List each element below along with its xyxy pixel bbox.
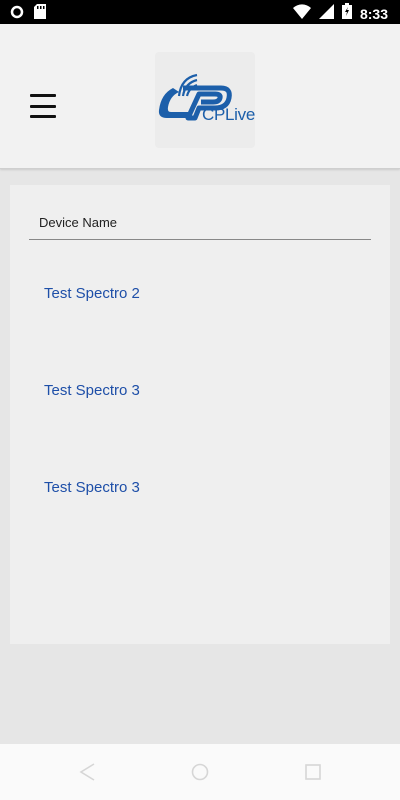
status-time: 8:33: [359, 5, 388, 22]
logo-text: CPLive: [202, 105, 256, 124]
app-header: CPLive: [0, 24, 400, 169]
recents-icon[interactable]: [304, 762, 322, 787]
app-logo: CPLive: [155, 52, 255, 148]
status-right-icons: 8:33: [292, 3, 388, 24]
nav-bar: [0, 744, 400, 800]
device-name-field[interactable]: Device Name: [29, 215, 371, 240]
device-item[interactable]: Test Spectro 3: [44, 376, 284, 406]
signal-icon: [318, 3, 334, 24]
status-left-icons: [10, 4, 46, 24]
menu-icon[interactable]: [30, 94, 62, 118]
logo-mark-icon: [158, 73, 232, 121]
device-name-label: Device Name: [39, 215, 118, 230]
device-item[interactable]: Test Spectro 2: [44, 279, 284, 309]
status-bar: 8:33: [0, 0, 400, 24]
circle-icon: [10, 5, 24, 24]
sd-card-icon: [34, 4, 46, 24]
device-item[interactable]: Test Spectro 3: [44, 473, 284, 503]
wifi-icon: [292, 3, 311, 24]
battery-icon: [341, 3, 352, 24]
back-icon[interactable]: [78, 762, 96, 787]
device-list-card: Device Name Test Spectro 2 Test Spectro …: [10, 185, 390, 644]
home-icon[interactable]: [191, 762, 209, 787]
